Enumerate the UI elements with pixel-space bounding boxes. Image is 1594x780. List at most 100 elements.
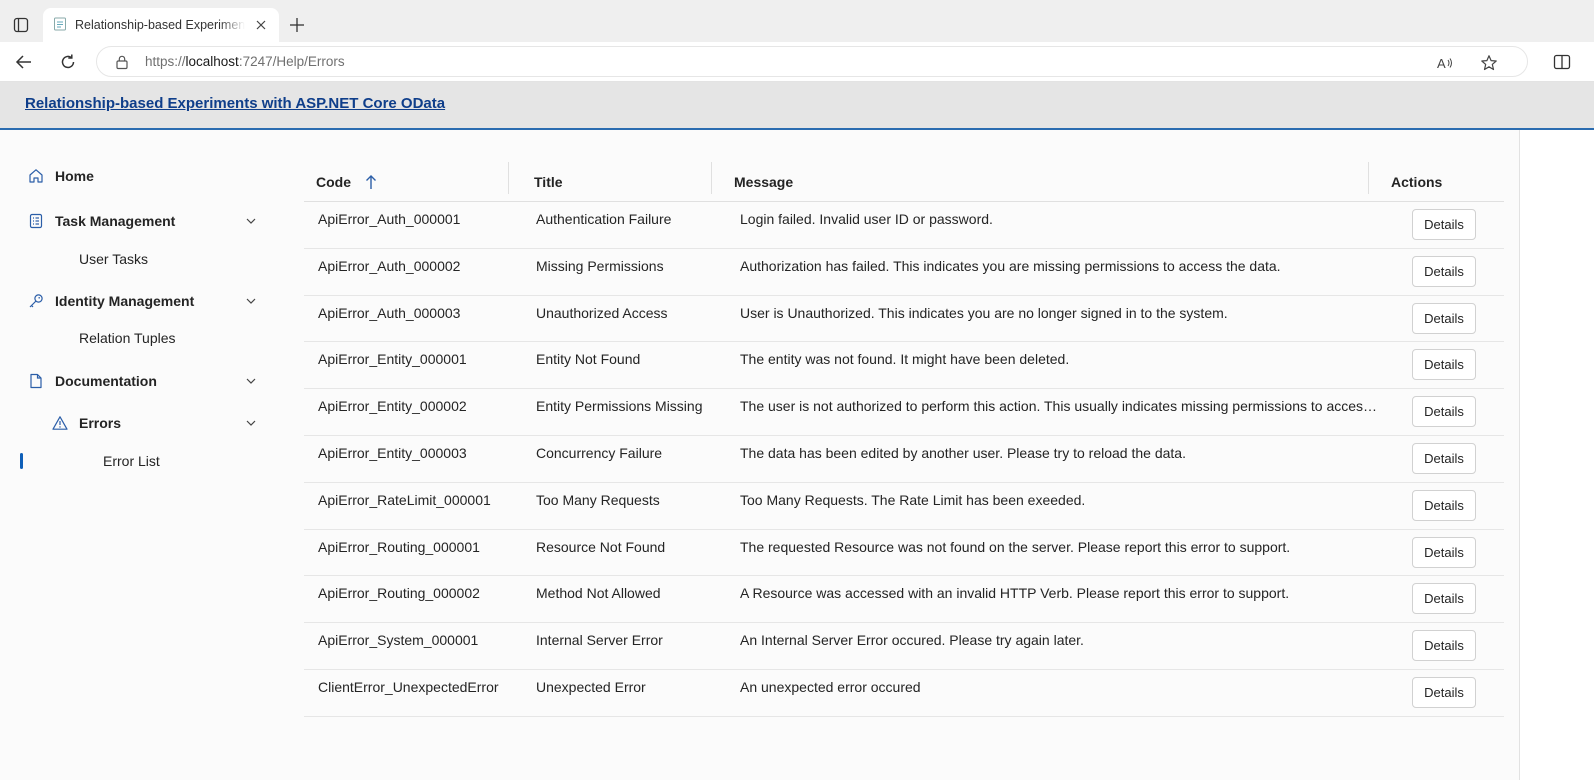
app-title-link[interactable]: Relationship-based Experiments with ASP.… xyxy=(25,95,445,112)
sidebar-item-label: Error List xyxy=(103,453,160,469)
sidebar-item-user-tasks[interactable]: User Tasks xyxy=(0,244,270,274)
cell-code: ApiError_Entity_000002 xyxy=(318,398,467,415)
cell-code: ApiError_RateLimit_000001 xyxy=(318,491,491,508)
details-button[interactable]: Details xyxy=(1412,255,1476,287)
sidebar-item-label: Home xyxy=(55,168,94,184)
back-button[interactable] xyxy=(10,48,38,76)
details-button[interactable]: Details xyxy=(1412,630,1476,662)
column-header-code[interactable]: Code xyxy=(316,162,377,202)
cell-message: The requested Resource was not found on … xyxy=(740,538,1291,555)
app-header: Relationship-based Experiments with ASP.… xyxy=(0,82,1594,130)
svg-text:A: A xyxy=(1437,56,1446,71)
cell-title: Internal Server Error xyxy=(536,632,663,649)
chevron-down-icon[interactable] xyxy=(244,374,258,388)
sidebar-nav: Home Task Management User Tasks Identity… xyxy=(0,130,280,780)
cell-code: ApiError_Auth_000001 xyxy=(318,211,461,227)
sort-ascending-icon[interactable] xyxy=(365,174,377,190)
cell-code: ClientError_UnexpectedError xyxy=(318,678,499,695)
sidebar-item-label: User Tasks xyxy=(79,251,148,267)
cell-title: Method Not Allowed xyxy=(536,585,661,602)
details-button[interactable]: Details xyxy=(1412,676,1476,708)
table-row: ApiError_Routing_000001 Resource Not Fou… xyxy=(304,530,1504,577)
refresh-icon xyxy=(61,54,75,69)
chevron-down-icon[interactable] xyxy=(244,416,258,430)
details-button[interactable]: Details xyxy=(1412,489,1476,521)
address-bar[interactable]: https://localhost:7247/Help/Errors A xyxy=(96,46,1528,77)
cell-title: Resource Not Found xyxy=(536,538,666,555)
page-margin xyxy=(1520,130,1594,780)
cell-title: Concurrency Failure xyxy=(536,444,663,461)
sidebar-item-label: Errors xyxy=(79,415,122,431)
sidebar-item-documentation[interactable]: Documentation xyxy=(0,366,270,396)
new-tab-button[interactable] xyxy=(286,14,308,36)
details-button[interactable]: Details xyxy=(1412,209,1476,240)
cell-code: ApiError_Entity_000001 xyxy=(318,351,467,368)
url-prefix: https:// xyxy=(145,54,186,69)
details-button[interactable]: Details xyxy=(1412,536,1476,568)
table-row: ApiError_Entity_000003 Concurrency Failu… xyxy=(304,436,1504,483)
url-path: :7247/Help/Errors xyxy=(238,54,345,69)
column-divider[interactable] xyxy=(1368,162,1369,194)
browser-tab-strip: Relationship-based Experiments with ASP.… xyxy=(0,0,1594,42)
column-header-actions: Actions xyxy=(1391,162,1442,202)
details-button[interactable]: Details xyxy=(1412,396,1476,428)
table-row: ApiError_Entity_000001 Entity Not Found … xyxy=(304,342,1504,390)
table-row: ClientError_UnexpectedError Unexpected E… xyxy=(304,670,1504,717)
chevron-down-icon[interactable] xyxy=(244,214,258,228)
cell-message: An Internal Server Error occured. Please… xyxy=(740,632,1084,649)
cell-message: User is Unauthorized. This indicates you… xyxy=(740,304,1228,321)
sidebar-item-label: Task Management xyxy=(55,213,176,229)
table-row: ApiError_RateLimit_000001 Too Many Reque… xyxy=(304,483,1504,530)
sidebar-item-relation-tuples[interactable]: Relation Tuples xyxy=(0,323,270,353)
tab-close-icon[interactable] xyxy=(253,17,269,33)
lock-icon[interactable] xyxy=(115,54,129,73)
split-screen-button[interactable] xyxy=(1550,50,1574,74)
column-header-title[interactable]: Title xyxy=(534,162,563,202)
back-arrow-icon xyxy=(15,55,31,69)
cell-title: Missing Permissions xyxy=(536,257,664,274)
column-divider[interactable] xyxy=(711,162,712,194)
key-icon xyxy=(27,292,45,310)
cell-message: A Resource was accessed with an invalid … xyxy=(740,585,1290,602)
table-row: ApiError_Auth_000003 Unauthorized Access… xyxy=(304,296,1504,343)
tab-actions-icon[interactable] xyxy=(8,12,34,38)
page-favicon-icon xyxy=(53,17,67,34)
cell-message: Authorization has failed. This indicates… xyxy=(740,257,1281,274)
url-host: localhost xyxy=(185,54,239,69)
table-row: ApiError_System_000001 Internal Server E… xyxy=(304,623,1504,670)
cell-code: ApiError_Entity_000003 xyxy=(318,444,467,461)
cell-code: ApiError_System_000001 xyxy=(318,632,479,649)
sidebar-item-task-management[interactable]: Task Management xyxy=(0,206,270,236)
sidebar-item-home[interactable]: Home xyxy=(0,161,270,191)
cell-code: ApiError_Routing_000002 xyxy=(318,585,480,602)
cell-title: Entity Permissions Missing xyxy=(536,398,703,415)
table-row: ApiError_Auth_000002 Missing Permissions… xyxy=(304,249,1504,296)
details-button[interactable]: Details xyxy=(1412,583,1476,615)
details-button[interactable]: Details xyxy=(1412,302,1476,334)
sidebar-item-error-list[interactable]: Error List xyxy=(0,446,270,476)
favorite-star-icon[interactable] xyxy=(1479,53,1499,73)
cell-code: ApiError_Auth_000002 xyxy=(318,257,461,274)
grid-header-row: Code Title Message Actions xyxy=(304,162,1504,202)
cell-message: The entity was not found. It might have … xyxy=(740,351,1070,368)
details-button[interactable]: Details xyxy=(1412,442,1476,474)
sidebar-item-identity-management[interactable]: Identity Management xyxy=(0,286,270,316)
cell-title: Unexpected Error xyxy=(536,678,646,695)
grid-body: ApiError_Auth_000001 Authentication Fail… xyxy=(304,202,1504,717)
details-button[interactable]: Details xyxy=(1412,349,1476,381)
refresh-button[interactable] xyxy=(54,48,82,76)
column-divider[interactable] xyxy=(508,162,509,194)
browser-tab[interactable]: Relationship-based Experiments with ASP.… xyxy=(43,8,279,42)
column-header-label: Code xyxy=(316,174,351,190)
split-screen-icon xyxy=(1553,54,1571,70)
cell-message: Too Many Requests. The Rate Limit has be… xyxy=(740,491,1086,508)
sidebar-item-errors[interactable]: Errors xyxy=(0,408,270,438)
read-aloud-icon[interactable]: A xyxy=(1435,53,1455,73)
column-header-label: Title xyxy=(534,174,563,190)
sidebar-item-label: Identity Management xyxy=(55,293,195,309)
tab-title: Relationship-based Experiments with ASP.… xyxy=(75,18,245,32)
column-header-message[interactable]: Message xyxy=(734,162,793,202)
url-text[interactable]: https://localhost:7247/Help/Errors xyxy=(145,54,345,69)
chevron-down-icon[interactable] xyxy=(244,294,258,308)
table-row: ApiError_Entity_000002 Entity Permission… xyxy=(304,389,1504,436)
